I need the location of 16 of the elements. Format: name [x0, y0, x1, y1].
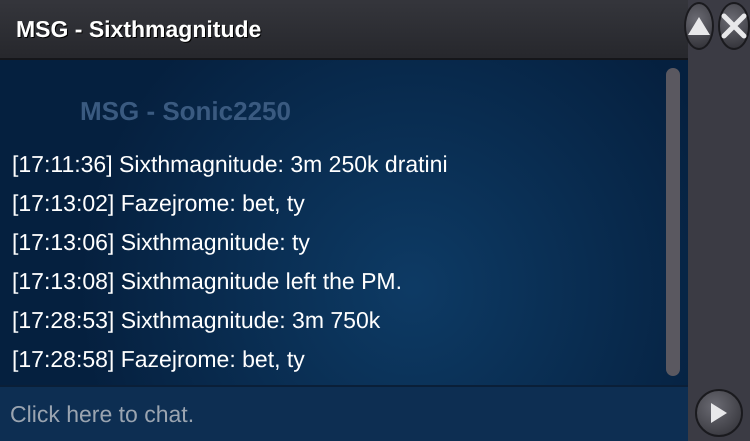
chat-message: [17:28:53] Sixthmagnitude: 3m 750k — [12, 306, 382, 335]
chat-message: [17:13:06] Sixthmagnitude: ty — [12, 228, 311, 257]
close-button[interactable] — [718, 2, 750, 50]
window-title: MSG - Sixthmagnitude — [16, 16, 262, 42]
chat-message: [17:13:02] Fazejrome: bet, ty — [12, 189, 306, 218]
chat-message: [17:13:08] Sixthmagnitude left the PM. — [12, 267, 403, 296]
send-button[interactable] — [695, 389, 743, 437]
minimize-button[interactable] — [684, 2, 714, 50]
close-icon — [720, 12, 748, 40]
background-window-title: MSG - Sonic2250 — [80, 96, 291, 127]
scrollbar-thumb[interactable] — [666, 68, 680, 376]
chat-message: [17:11:36] Sixthmagnitude: 3m 250k dratini — [12, 150, 449, 179]
up-arrow-icon — [686, 15, 712, 37]
chat-input[interactable]: Click here to chat. — [0, 385, 688, 441]
play-arrow-icon — [709, 401, 729, 425]
chat-message: [17:28:58] Fazejrome: bet, ty — [12, 345, 306, 374]
